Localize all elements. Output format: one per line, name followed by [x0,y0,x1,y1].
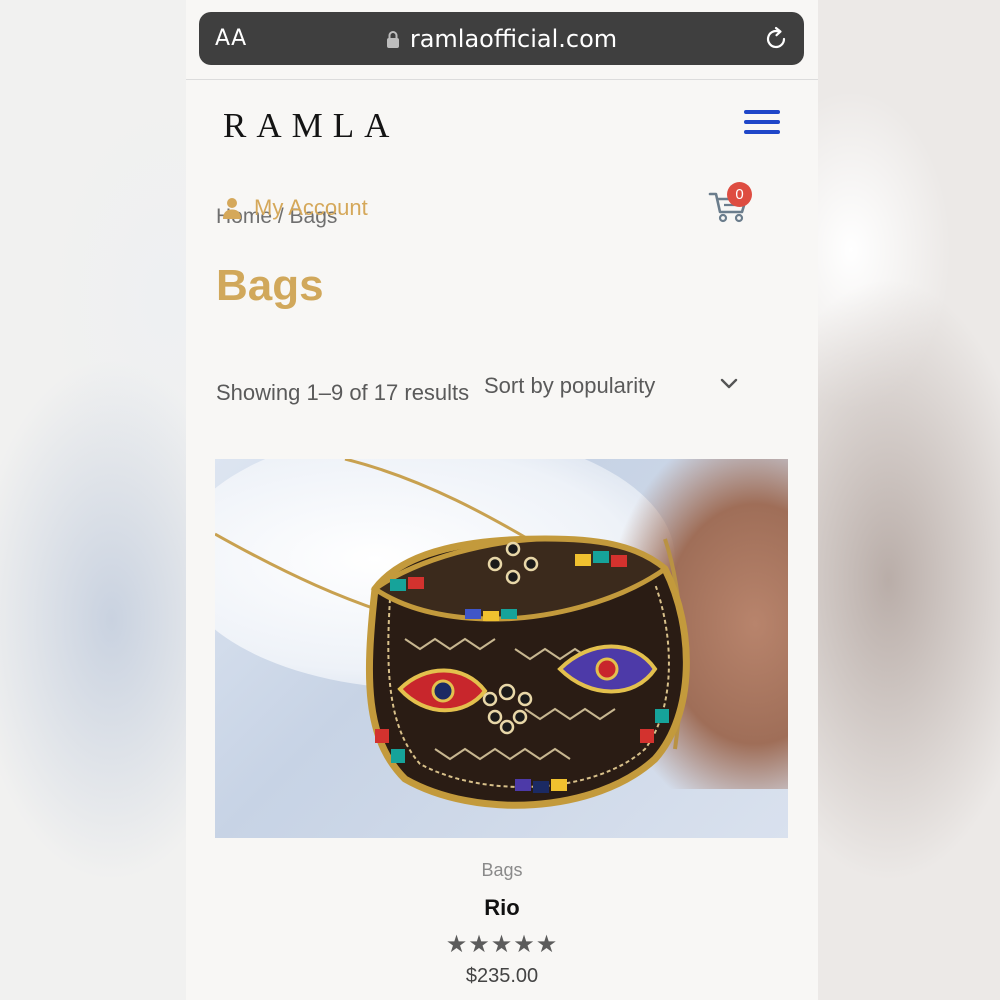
user-icon [223,198,241,219]
product-price: $235.00 [465,965,539,987]
page-title: Bags [216,261,324,310]
product-category[interactable]: Bags [186,860,818,881]
result-count: Showing 1–9 of 17 results [216,380,470,405]
hamburger-menu-icon[interactable] [744,110,780,138]
my-account-label: My Account [254,195,368,220]
my-account-link[interactable]: My Account [222,195,368,221]
mosaic-bag-graphic [215,459,690,809]
rating-stars-icon: ★★★★★ [445,930,559,958]
left-backdrop [0,0,186,1000]
chevron-down-icon[interactable] [720,378,738,390]
browser-address-bar[interactable]: AA ramlaofficial.com [199,12,804,65]
reload-icon[interactable] [762,25,790,53]
lock-icon [386,31,399,48]
header-divider [186,79,818,80]
url-display[interactable]: ramlaofficial.com [199,25,804,53]
sort-dropdown[interactable]: Sort by popularity [484,373,744,405]
product-name[interactable]: Rio [186,895,818,921]
url-text: ramlaofficial.com [409,25,618,53]
right-backdrop [814,0,1000,1000]
phone-screen: AA ramlaofficial.com RAMLA Home / Bags M… [186,0,818,1000]
cart-count-badge: 0 [727,182,752,207]
site-logo[interactable]: RAMLA [223,106,399,146]
product-image[interactable] [215,459,788,838]
